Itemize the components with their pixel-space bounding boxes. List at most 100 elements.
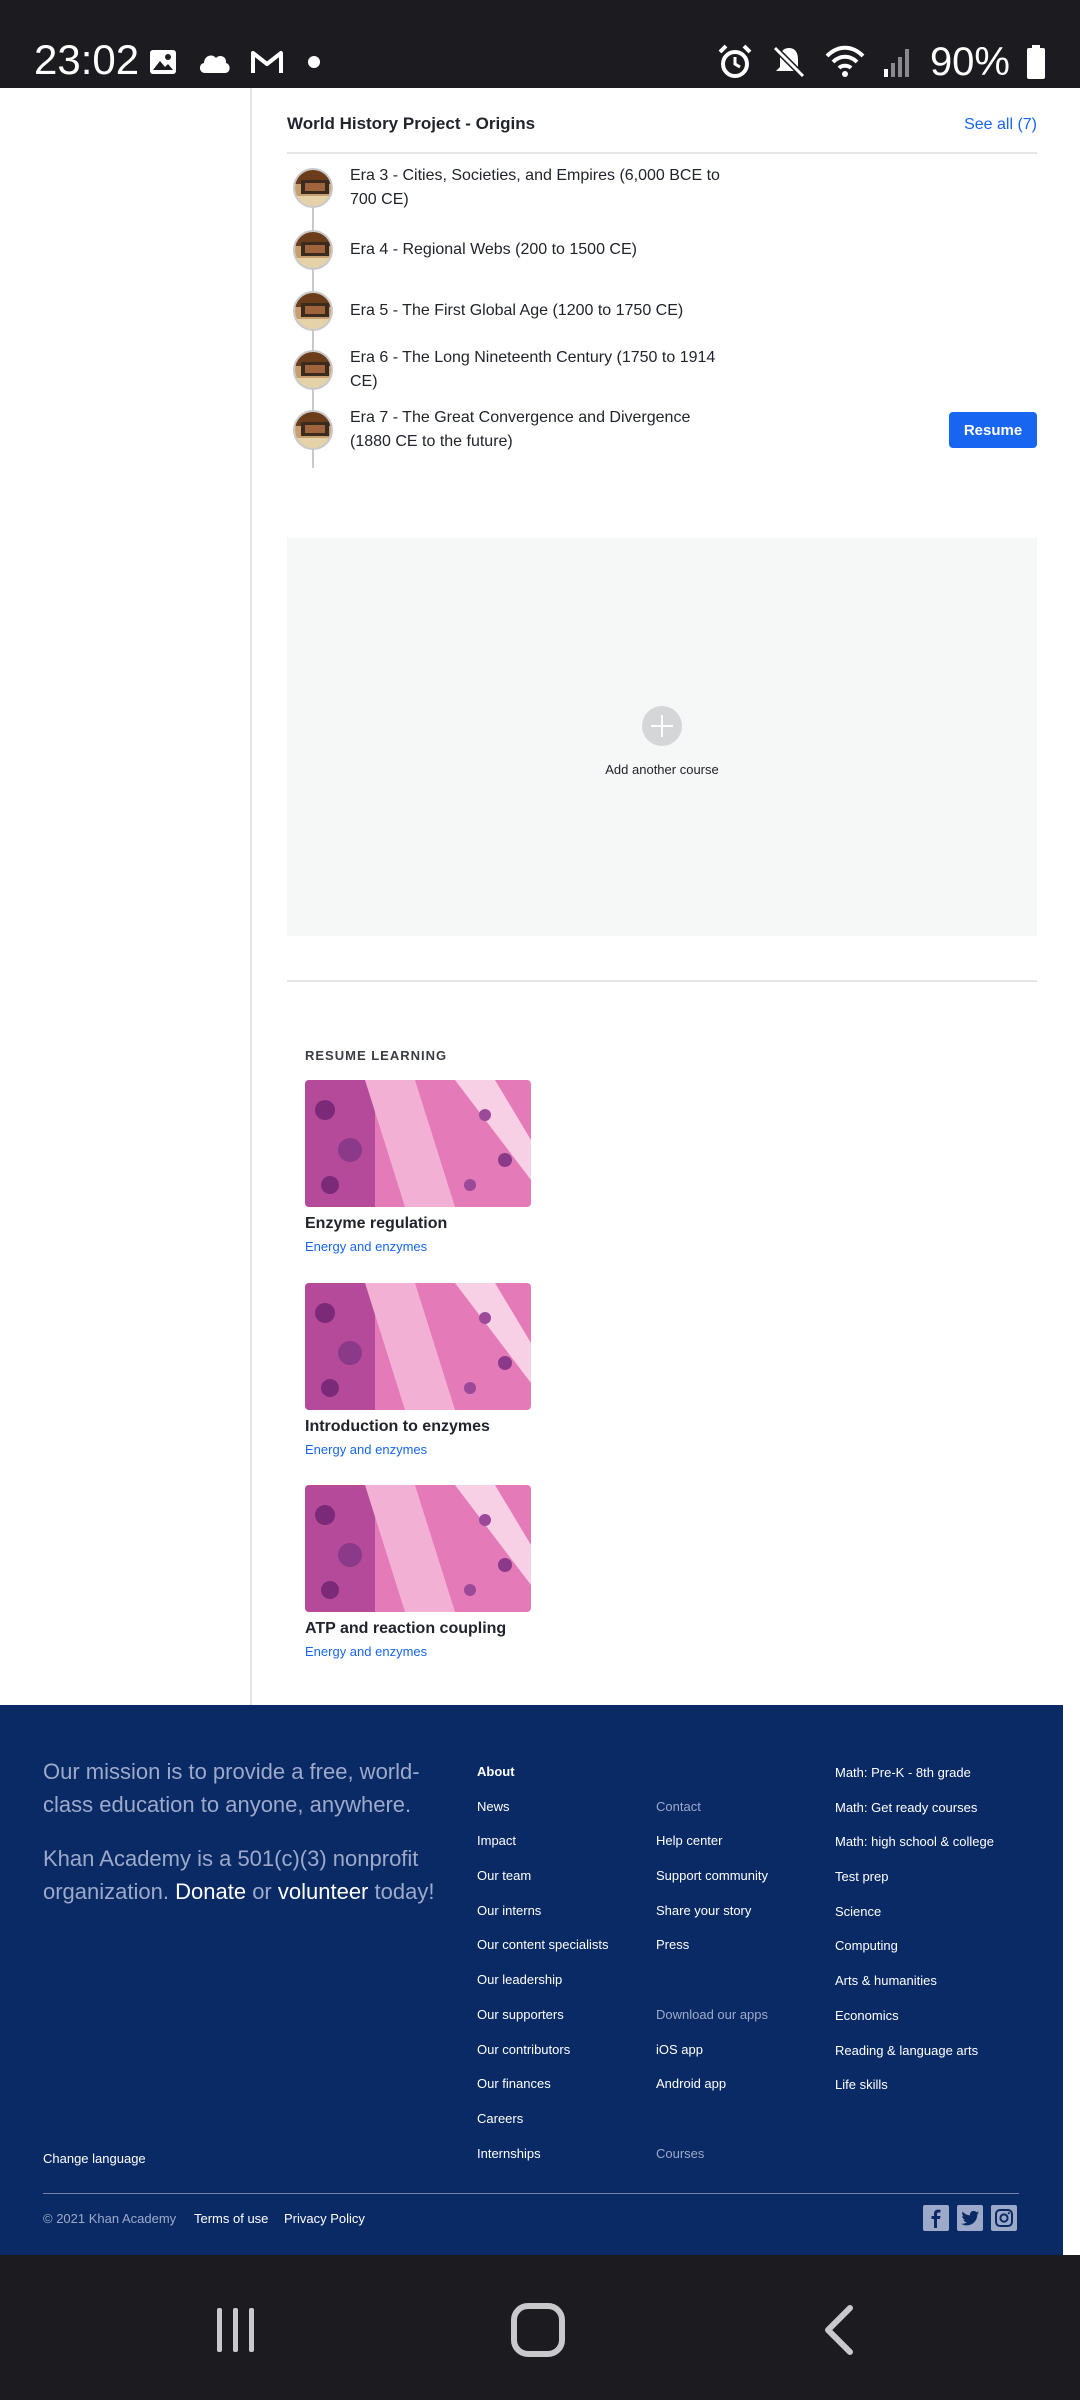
mission-statement: Our mission is to provide a free, world-… xyxy=(43,1755,443,1929)
unit-thumbnail-icon xyxy=(293,291,333,331)
footer-link-course[interactable]: Arts & humanities xyxy=(835,1964,994,1999)
lesson-subtitle-link[interactable]: Energy and enzymes xyxy=(305,1239,531,1254)
footer-link-course[interactable]: Life skills xyxy=(835,2068,994,2103)
resume-card[interactable]: Introduction to enzymes Energy and enzym… xyxy=(305,1283,531,1457)
courses-heading: Courses xyxy=(656,2145,705,2161)
system-navigation-bar xyxy=(0,2255,1080,2400)
divider xyxy=(287,152,1037,154)
see-all-link[interactable]: See all (7) xyxy=(964,116,1037,134)
footer-link-course[interactable]: Math: Pre-K - 8th grade xyxy=(835,1756,994,1791)
unit-label: Era 6 - The Long Nineteenth Century (175… xyxy=(350,349,716,390)
footer-link-course[interactable]: Math: Get ready courses xyxy=(835,1791,994,1826)
dot-icon xyxy=(308,56,320,68)
lesson-thumbnail xyxy=(305,1485,531,1612)
footer-link-internships[interactable]: Internships xyxy=(477,2137,609,2172)
lesson-thumbnail xyxy=(305,1283,531,1410)
apps-heading: Download our apps xyxy=(656,2006,769,2022)
donate-link[interactable]: Donate xyxy=(175,1879,246,1904)
footer-link-course[interactable]: Science xyxy=(835,1895,994,1930)
recent-apps-icon[interactable] xyxy=(196,2295,276,2365)
resume-card[interactable]: ATP and reaction coupling Energy and enz… xyxy=(305,1485,531,1659)
unit-thumbnail-icon xyxy=(293,410,333,450)
unit-label: Era 7 - The Great Convergence and Diverg… xyxy=(350,409,691,450)
footer-link-course[interactable]: Reading & language arts xyxy=(835,2034,994,2069)
unit-label: Era 4 - Regional Webs (200 to 1500 CE) xyxy=(350,241,637,258)
footer-link-support-community[interactable]: Support community xyxy=(656,1859,768,1894)
signal-icon xyxy=(883,49,909,77)
about-heading: About xyxy=(477,1764,515,1779)
unit-thumbnail-icon xyxy=(293,350,333,390)
resume-learning-heading: RESUME LEARNING xyxy=(305,1048,448,1063)
image-icon xyxy=(150,50,176,74)
terms-link[interactable]: Terms of use xyxy=(194,2211,268,2226)
resume-card[interactable]: Enzyme regulation Energy and enzymes xyxy=(305,1080,531,1254)
footer-link-supporters[interactable]: Our supporters xyxy=(477,1998,609,2033)
privacy-link[interactable]: Privacy Policy xyxy=(284,2211,365,2226)
footer-link-share-story[interactable]: Share your story xyxy=(656,1894,768,1929)
footer-link-help-center[interactable]: Help center xyxy=(656,1824,768,1859)
footer: Our mission is to provide a free, world-… xyxy=(0,1705,1063,2255)
instagram-icon[interactable] xyxy=(991,2205,1017,2231)
clock: 23:02 xyxy=(34,36,140,83)
battery-percentage: 90% xyxy=(929,39,1010,84)
lesson-title[interactable]: Enzyme regulation xyxy=(305,1215,531,1233)
footer-divider xyxy=(43,2193,1019,2194)
or-text: or xyxy=(252,1879,272,1904)
lesson-subtitle-link[interactable]: Energy and enzymes xyxy=(305,1644,531,1659)
courses-column: Math: Pre-K - 8th grade Math: Get ready … xyxy=(835,1756,994,2103)
sidebar xyxy=(0,88,252,1705)
lesson-thumbnail xyxy=(305,1080,531,1207)
footer-link-careers[interactable]: Careers xyxy=(477,2102,609,2137)
plus-icon[interactable] xyxy=(642,706,682,746)
copyright-text: © 2021 Khan Academy xyxy=(43,2211,177,2226)
unit-thumbnail-icon xyxy=(293,168,333,208)
mission-text: Our mission is to provide a free, world-… xyxy=(43,1759,420,1817)
notification-icons xyxy=(148,44,326,80)
footer-link-our-team[interactable]: Our team xyxy=(477,1859,609,1894)
footer-link-press[interactable]: Press xyxy=(656,1928,768,1963)
today-text: today! xyxy=(374,1879,435,1904)
unit-label: Era 3 - Cities, Societies, and Empires (… xyxy=(350,167,720,208)
contact-heading: Contact xyxy=(656,1798,701,1814)
cloud-icon xyxy=(199,55,230,73)
battery-icon xyxy=(1027,45,1045,79)
footer-link-course[interactable]: Computing xyxy=(835,1929,994,1964)
add-course-label: Add another course xyxy=(605,762,719,777)
footer-link-course[interactable]: Test prep xyxy=(835,1860,994,1895)
footer-link-contributors[interactable]: Our contributors xyxy=(477,2033,609,2068)
footer-link-finances[interactable]: Our finances xyxy=(477,2067,609,2102)
gmail-icon xyxy=(251,51,283,73)
add-course-card[interactable]: Add another course xyxy=(287,538,1037,936)
home-icon[interactable] xyxy=(498,2295,578,2365)
status-bar: 23:02 90% xyxy=(0,0,1080,88)
back-icon[interactable] xyxy=(800,2295,880,2365)
footer-link-android-app[interactable]: Android app xyxy=(656,2067,768,2102)
footer-link-our-interns[interactable]: Our interns xyxy=(477,1894,609,1929)
unit-thumbnail-icon xyxy=(293,230,333,270)
footer-link-course[interactable]: Math: high school & college xyxy=(835,1825,994,1860)
lesson-title[interactable]: Introduction to enzymes xyxy=(305,1418,531,1436)
resume-button[interactable]: Resume xyxy=(949,412,1037,448)
contact-column: Contact Help center Support community Sh… xyxy=(656,1755,768,2171)
system-icons: 90% xyxy=(716,40,1046,84)
twitter-icon[interactable] xyxy=(957,2205,983,2231)
footer-link-content-specialists[interactable]: Our content specialists xyxy=(477,1928,609,1963)
course-header: World History Project - Origins See all … xyxy=(287,114,1037,154)
facebook-icon[interactable] xyxy=(923,2205,949,2231)
wifi-icon xyxy=(825,45,865,77)
course-title[interactable]: World History Project - Origins xyxy=(287,114,535,134)
change-language-link[interactable]: Change language xyxy=(43,2151,146,2166)
footer-link-leadership[interactable]: Our leadership xyxy=(477,1963,609,1998)
footer-link-ios-app[interactable]: iOS app xyxy=(656,2033,768,2068)
alarm-icon xyxy=(718,44,752,78)
footer-link-course[interactable]: Economics xyxy=(835,1999,994,2034)
about-column: About News Impact Our team Our interns O… xyxy=(477,1755,609,2171)
footer-link-news[interactable]: News xyxy=(477,1790,609,1825)
footer-link-impact[interactable]: Impact xyxy=(477,1824,609,1859)
lesson-title[interactable]: ATP and reaction coupling xyxy=(305,1620,531,1638)
lesson-subtitle-link[interactable]: Energy and enzymes xyxy=(305,1442,531,1457)
volunteer-link[interactable]: volunteer xyxy=(278,1879,369,1904)
